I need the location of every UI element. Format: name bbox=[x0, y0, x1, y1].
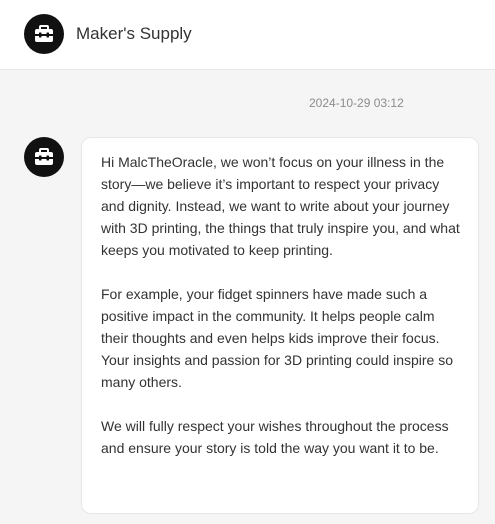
chat-header: Maker's Supply bbox=[0, 0, 495, 70]
message-paragraph: For example, your fidget spinners have m… bbox=[101, 286, 454, 390]
shop-avatar[interactable] bbox=[24, 14, 64, 54]
message-paragraph: We will fully respect your wishes throug… bbox=[101, 418, 449, 456]
sender-avatar[interactable] bbox=[24, 137, 64, 177]
toolbox-icon bbox=[35, 25, 53, 42]
toolbox-icon bbox=[35, 148, 53, 165]
message-timestamp: 2024-10-29 03:12 bbox=[309, 96, 404, 110]
shop-name: Maker's Supply bbox=[76, 24, 192, 43]
message-paragraph: Hi MalcTheOracle, we won’t focus on your… bbox=[101, 154, 460, 258]
message-bubble: Hi MalcTheOracle, we won’t focus on your… bbox=[81, 137, 479, 514]
